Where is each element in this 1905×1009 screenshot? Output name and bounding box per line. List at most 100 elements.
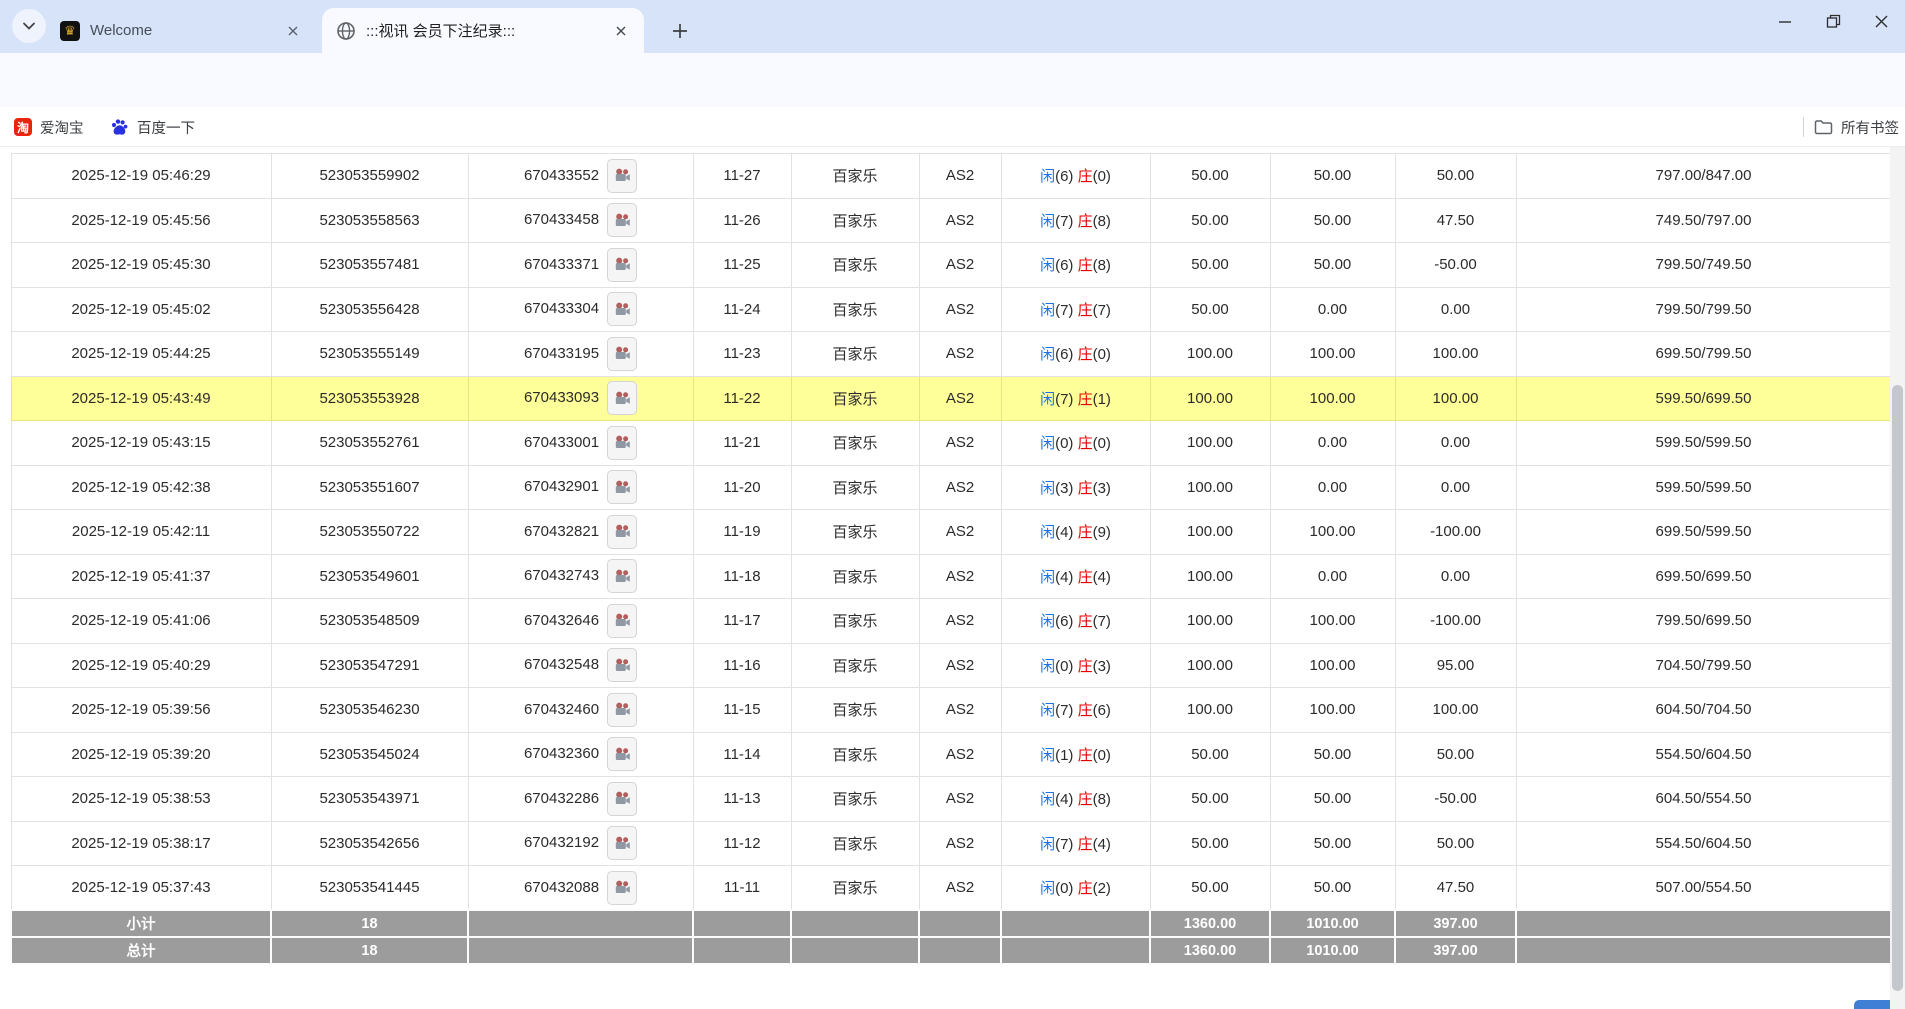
table-row: 2025-12-19 05:39:56523053546230670432460… [11, 688, 1891, 733]
win-loss: 50.00 [1395, 154, 1516, 199]
video-replay-button[interactable] [607, 559, 637, 593]
bet-time: 2025-12-19 05:45:56 [11, 198, 271, 243]
bet-time: 2025-12-19 05:39:56 [11, 688, 271, 733]
bet-id: 523053555149 [271, 332, 468, 377]
new-tab-button[interactable] [664, 15, 696, 47]
round-id: 670433093 [468, 376, 693, 421]
video-replay-button[interactable] [607, 426, 637, 460]
video-replay-button[interactable] [607, 203, 637, 237]
valid-amount: 50.00 [1270, 866, 1395, 911]
video-replay-button[interactable] [607, 515, 637, 549]
bet-time: 2025-12-19 05:45:30 [11, 243, 271, 288]
window-close-icon[interactable] [1857, 0, 1905, 42]
video-replay-button[interactable] [607, 648, 637, 682]
seat-label: AS2 [919, 421, 1001, 466]
page-content: 2025-12-19 05:46:29523053559902670433552… [0, 147, 1905, 1009]
video-replay-button[interactable] [607, 248, 637, 282]
bet-amount: 50.00 [1150, 198, 1270, 243]
browser-toolbar: 66cxkj98.com/game/betrecord_search/kind3… [0, 53, 1905, 107]
video-replay-button[interactable] [607, 737, 637, 771]
video-replay-button[interactable] [607, 159, 637, 193]
bet-amount: 50.00 [1150, 821, 1270, 866]
video-replay-button[interactable] [607, 470, 637, 504]
bet-amount: 50.00 [1150, 243, 1270, 288]
video-replay-button[interactable] [607, 826, 637, 860]
video-replay-button[interactable] [607, 871, 637, 905]
valid-amount: 0.00 [1270, 421, 1395, 466]
window-minimize-icon[interactable] [1761, 0, 1809, 42]
summary-valid-total: 1010.00 [1270, 937, 1395, 964]
game-name: 百家乐 [791, 465, 919, 510]
balance: 799.50/699.50 [1516, 599, 1891, 644]
tab-close-icon[interactable] [610, 20, 632, 42]
round-id: 670433552 [468, 154, 693, 199]
scrollbar-thumb[interactable] [1892, 385, 1903, 991]
tab-close-icon[interactable] [282, 20, 304, 42]
win-loss: -100.00 [1395, 510, 1516, 555]
table-row: 2025-12-19 05:40:29523053547291670432548… [11, 643, 1891, 688]
round-id: 670432460 [468, 688, 693, 733]
window-restore-icon[interactable] [1809, 0, 1857, 42]
summary-empty [791, 910, 919, 937]
round-id: 670433001 [468, 421, 693, 466]
table-number: 11-13 [693, 777, 791, 822]
tab-welcome[interactable]: ♛ Welcome [46, 8, 316, 53]
bet-time: 2025-12-19 05:40:29 [11, 643, 271, 688]
bookmark-taobao[interactable]: 淘 爱淘宝 [8, 113, 90, 141]
summary-empty [919, 937, 1001, 964]
game-name: 百家乐 [791, 332, 919, 377]
scrollbar-track[interactable] [1890, 147, 1905, 1009]
bet-amount: 50.00 [1150, 777, 1270, 822]
bet-amount: 100.00 [1150, 465, 1270, 510]
bookmarks-right: 所有书签 [1803, 113, 1899, 141]
balance: 699.50/699.50 [1516, 554, 1891, 599]
bet-time: 2025-12-19 05:38:17 [11, 821, 271, 866]
welcome-tab-favicon-icon: ♛ [60, 21, 80, 41]
video-camera-icon [614, 568, 631, 585]
game-name: 百家乐 [791, 688, 919, 733]
bet-id: 523053546230 [271, 688, 468, 733]
summary-count: 18 [271, 910, 468, 937]
game-name: 百家乐 [791, 777, 919, 822]
table-row: 2025-12-19 05:38:53523053543971670432286… [11, 777, 1891, 822]
game-result: 闲(6) 庄(0) [1001, 154, 1150, 199]
valid-amount: 50.00 [1270, 821, 1395, 866]
video-replay-button[interactable] [607, 292, 637, 326]
game-name: 百家乐 [791, 821, 919, 866]
round-id: 670432901 [468, 465, 693, 510]
bet-id: 523053551607 [271, 465, 468, 510]
win-loss: 100.00 [1395, 332, 1516, 377]
back-to-top-button[interactable] [1854, 1000, 1894, 1009]
summary-empty [693, 937, 791, 964]
video-replay-button[interactable] [607, 782, 637, 816]
video-replay-button[interactable] [607, 337, 637, 371]
seat-label: AS2 [919, 287, 1001, 332]
bet-id: 523053550722 [271, 510, 468, 555]
table-number: 11-16 [693, 643, 791, 688]
all-bookmarks-button[interactable]: 所有书签 [1814, 117, 1899, 138]
video-camera-icon [614, 479, 631, 496]
game-result: 闲(7) 庄(7) [1001, 287, 1150, 332]
bookmarks-bar: 淘 爱淘宝 百度一下 所有书签 [0, 107, 1905, 147]
summary-count: 18 [271, 937, 468, 964]
video-replay-button[interactable] [607, 381, 637, 415]
game-result: 闲(1) 庄(0) [1001, 732, 1150, 777]
bookmarks-divider [1803, 117, 1804, 137]
balance: 799.50/749.50 [1516, 243, 1891, 288]
game-name: 百家乐 [791, 198, 919, 243]
tab-bet-record[interactable]: :::视讯 会员下注纪录::: [322, 8, 644, 53]
table-number: 11-24 [693, 287, 791, 332]
balance: 799.50/799.50 [1516, 287, 1891, 332]
tab-search-button[interactable] [12, 9, 46, 43]
summary-empty [919, 910, 1001, 937]
video-replay-button[interactable] [607, 604, 637, 638]
bet-amount: 100.00 [1150, 510, 1270, 555]
video-camera-icon [614, 256, 631, 273]
summary-empty [1001, 910, 1150, 937]
bookmark-baidu[interactable]: 百度一下 [104, 113, 201, 141]
video-replay-button[interactable] [607, 693, 637, 727]
round-id: 670432088 [468, 866, 693, 911]
win-loss: 0.00 [1395, 421, 1516, 466]
balance: 604.50/704.50 [1516, 688, 1891, 733]
seat-label: AS2 [919, 332, 1001, 377]
